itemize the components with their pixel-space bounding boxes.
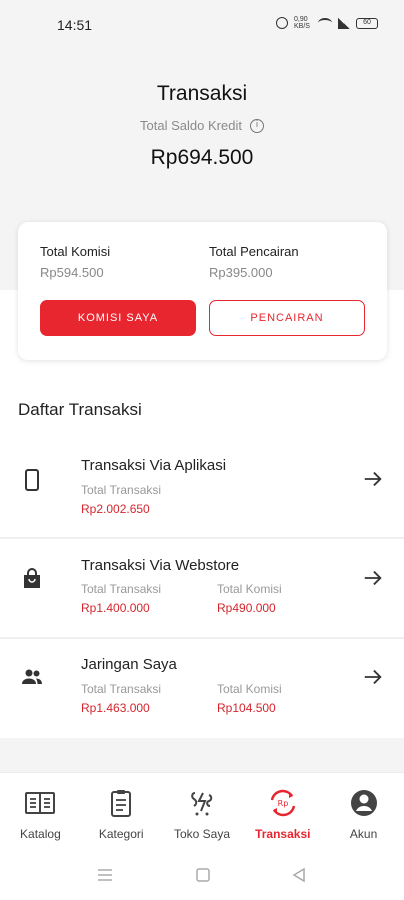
arrow-right-icon [364,669,382,685]
nav-item-toko-saya[interactable]: Toko Saya [162,773,243,850]
status-bar: 14:51 0,90 KB/S 60 [0,0,404,50]
back-icon[interactable] [291,867,307,883]
wifi-icon [318,18,332,28]
transaction-total-label: Total Transaksi [81,682,162,696]
transaction-icon: Rp [270,789,296,817]
transaction-total-label: Total Transaksi [81,483,162,497]
account-icon [350,790,377,816]
komisi-label: Total Komisi [40,244,111,259]
transaction-title: Transaksi Via Webstore [81,557,240,574]
transaction-item-webstore[interactable]: Transaksi Via Webstore Total Transaksi R… [0,539,404,637]
transaction-item-jaringan[interactable]: Jaringan Saya Total Transaksi Rp1.463.00… [0,639,404,738]
komisi-summary: Total Komisi Rp594.500 [40,244,110,280]
pencairan-value: Rp395.000 [209,265,273,280]
summary-card: Total Komisi Rp594.500 Total Pencairan R… [18,222,387,360]
arrow-right-icon [364,570,382,586]
alarm-icon [276,17,288,29]
store-icon [191,792,213,816]
saldo-label: Total Saldo Kredit [140,118,242,133]
komisi-value: Rp594.500 [40,265,104,280]
menu-icon[interactable] [97,867,113,883]
people-icon [22,669,42,684]
komisi-total-value: Rp490.000 [217,601,276,615]
data-speed-indicator: 0,90 KB/S [294,16,310,30]
status-icons: 0,90 KB/S 60 [276,16,378,30]
nav-label: Katalog [20,827,61,841]
komisi-total-label: Total Komisi [217,682,282,696]
svg-text:Rp: Rp [277,799,288,808]
smartphone-icon [25,469,39,491]
saldo-value: Rp694.500 [150,146,254,169]
komisi-total-label: Total Komisi [217,582,282,596]
pencairan-button[interactable]: PENCAIRAN [209,300,365,336]
status-time: 14:51 [57,17,93,33]
section-title: Daftar Transaksi [18,400,142,419]
transaction-total-value: Rp2.002.650 [81,502,150,516]
nav-item-transaksi[interactable]: Rp Transaksi [242,773,323,850]
nav-item-kategori[interactable]: Kategori [81,773,162,850]
system-nav-bar [0,850,404,900]
nav-label: Transaksi [255,827,311,841]
battery-icon: 60 [356,17,378,29]
transaction-total-label: Total Transaksi [81,582,162,596]
nav-label: Akun [349,827,378,841]
arrow-right-icon [364,471,382,487]
book-icon [25,792,56,814]
clipboard-icon [111,790,132,817]
nav-item-katalog[interactable]: Katalog [0,773,81,850]
shopping-bag-icon [24,568,40,588]
page-title: Transaksi [156,82,248,105]
nav-label: Kategori [98,827,144,841]
komisi-saya-button[interactable]: KOMISI SAYA [40,300,196,336]
komisi-total-value: Rp104.500 [217,701,276,715]
bottom-nav: Katalog Kategori Toko Saya Rp Transaksi … [0,772,404,850]
transaction-title: Jaringan Saya [81,656,177,673]
signal-icon [338,17,350,29]
transaction-total-value: Rp1.400.000 [81,601,150,615]
nav-label: Toko Saya [173,827,231,841]
content-bottom-spacer [0,738,404,772]
pencairan-label: Total Pencairan [209,244,299,259]
nav-item-akun[interactable]: Akun [323,773,404,850]
transaction-title: Transaksi Via Aplikasi [81,457,227,474]
transaction-total-value: Rp1.463.000 [81,701,150,715]
transaction-item-aplikasi[interactable]: Transaksi Via Aplikasi Total Transaksi R… [0,437,404,537]
home-icon[interactable] [195,867,211,883]
pencairan-summary: Total Pencairan Rp395.000 [209,244,299,280]
info-icon[interactable]: i [249,118,264,133]
saldo-label-row: Total Saldo Kredit i [0,118,404,133]
